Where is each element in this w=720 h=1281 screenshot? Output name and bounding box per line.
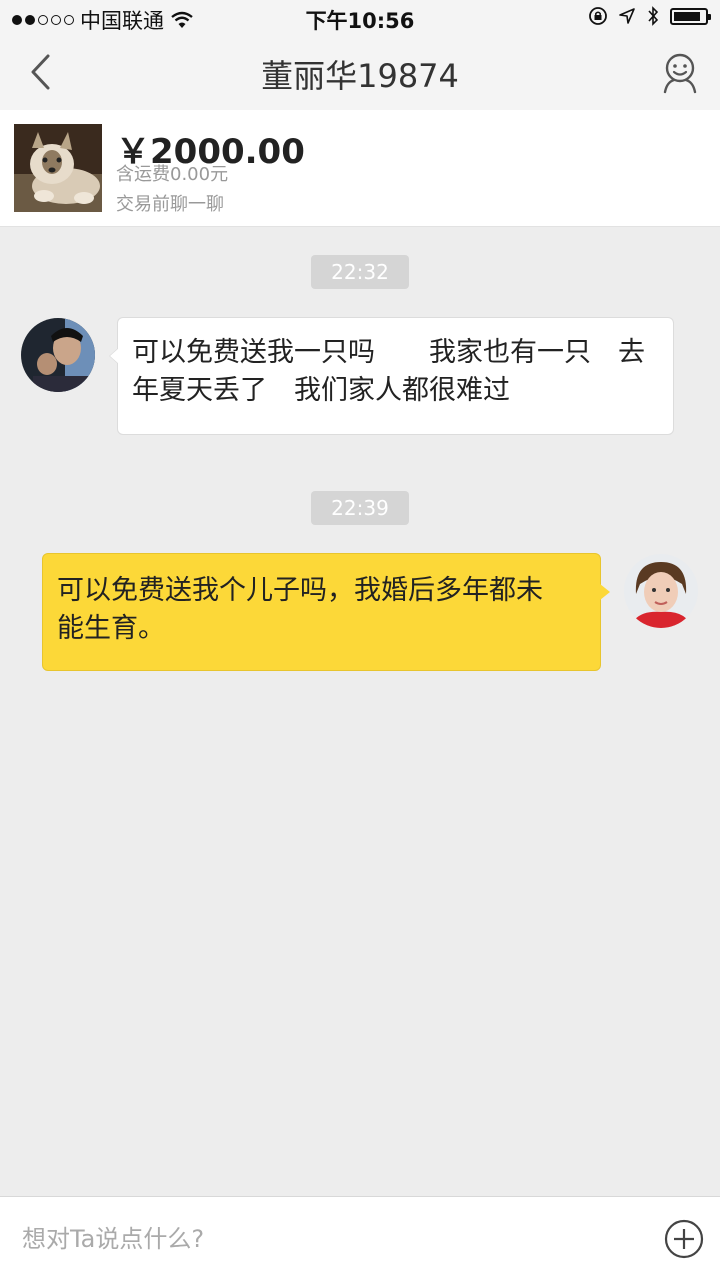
message-text-line: 可以免费送我个儿子吗，我婚后多年都未 bbox=[57, 575, 543, 606]
timestamp-chip: 22:39 bbox=[311, 491, 409, 525]
message-input-bar bbox=[0, 1196, 720, 1281]
profile-button[interactable] bbox=[660, 52, 700, 94]
sender-avatar-photo bbox=[21, 318, 95, 392]
shipping-fee: 含运费0.00元 bbox=[116, 164, 229, 185]
location-icon bbox=[619, 8, 635, 24]
outgoing-message-bubble[interactable]: 可以免费送我个儿子吗，我婚后多年都未 能生育。 bbox=[42, 553, 610, 671]
sender-avatar[interactable] bbox=[21, 318, 95, 392]
chat-before-trade-note: 交易前聊一聊 bbox=[116, 194, 224, 215]
chat-partner-name: 董丽华19874 bbox=[261, 57, 459, 95]
user-icon bbox=[663, 53, 697, 94]
more-actions-button[interactable] bbox=[664, 1219, 704, 1259]
own-avatar-photo bbox=[624, 554, 698, 628]
plus-circle-icon bbox=[664, 1219, 704, 1259]
battery-level-fill bbox=[674, 11, 700, 21]
message-text-line: 年夏天丢了 我们家人都很难过 bbox=[132, 375, 510, 406]
own-avatar[interactable] bbox=[624, 554, 698, 628]
bluetooth-icon bbox=[648, 6, 659, 26]
timestamp-chip: 22:32 bbox=[311, 255, 409, 289]
puppy-photo bbox=[14, 124, 102, 212]
message-input[interactable] bbox=[22, 1217, 642, 1261]
item-thumbnail[interactable] bbox=[14, 124, 102, 212]
status-bar: 中国联通 下午10:56 bbox=[0, 0, 720, 36]
incoming-message-bubble[interactable]: 可以免费送我一只吗 我家也有一只 去 年夏天丢了 我们家人都很难过 bbox=[109, 317, 674, 435]
message-text-line: 能生育。 bbox=[57, 613, 165, 644]
status-right bbox=[588, 6, 711, 26]
nav-bar: 董丽华19874 bbox=[0, 36, 720, 110]
battery-icon bbox=[670, 7, 711, 25]
orientation-lock-icon bbox=[589, 7, 607, 25]
item-card[interactable]: ￥2000.00 含运费0.00元 交易前聊一聊 bbox=[0, 110, 720, 227]
message-text-line: 可以免费送我一只吗 我家也有一只 去 bbox=[132, 337, 645, 368]
